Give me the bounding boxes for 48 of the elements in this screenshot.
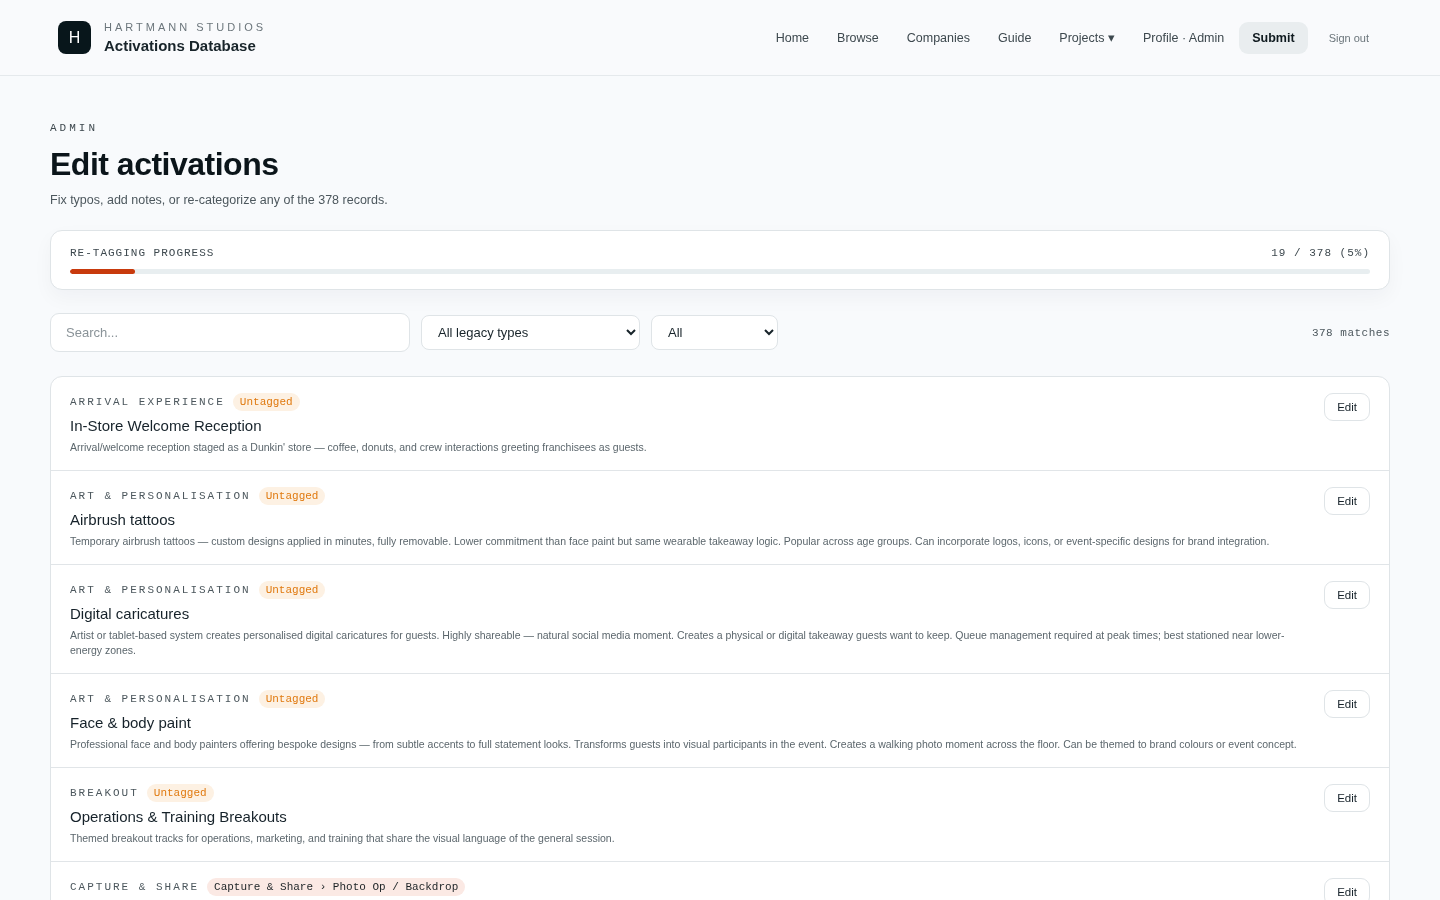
record-category: ARRIVAL EXPERIENCE [70,396,225,408]
nav-link[interactable]: Guide [985,21,1045,54]
nav-link[interactable]: Profile · Admin [1130,21,1238,54]
edit-button[interactable]: Edit [1324,878,1370,900]
record-category: ART & PERSONALISATION [70,693,251,705]
status-select[interactable]: All [651,315,778,350]
record-title: In-Store Welcome Reception [70,417,263,434]
studio-name: HARTMANN STUDIOS [104,21,267,33]
tag-badge: Untagged [258,581,326,599]
progress-reading: 19 / 378 (5%) [1271,247,1370,259]
nav-link[interactable]: Projects ▾ [1046,21,1128,54]
nav-link[interactable]: Submit [1239,21,1308,54]
search-field[interactable]: Search... [50,313,410,352]
match-count: 378 matches [1311,326,1390,339]
page-subtitle: Fix typos, add notes, or re-categorize any of the 378 records. [50,193,389,207]
record-description: Themed breakout tracks for operations, marketing, and training that share the visual language of the general session. [70,831,616,846]
tag-badge: Capture & Share › Photo Op / Backdrop [207,878,466,896]
tag-badge: Untagged [258,487,326,505]
logo: H [58,21,91,54]
record-description: Artist or tablet-based system creates personalised digital caricatures for guests. Highly shareable — natural social media moment. Creates a physical or digital takeaway guests want to keep. Queue management required at peak times; best stationed near lower-energy zones. [70,628,1286,658]
edit-button[interactable]: Edit [1324,784,1370,812]
record-category: ART & PERSONALISATION [70,490,251,502]
page-heading: Edit activations [50,146,280,183]
nav-link[interactable]: Sign out [1315,22,1382,53]
record-title: Airbrush tattoos [70,511,177,528]
record-title: Operations & Training Breakouts [70,808,288,825]
edit-button[interactable]: Edit [1324,690,1370,718]
progress-label: RE-TAGGING PROGRESS [70,247,215,259]
tag-badge: Untagged [146,784,214,802]
record-description: Temporary airbrush tattoos — custom designs applied in minutes, fully removable. Lower commitment than face paint but same wearable takeaway logic. Popular across age groups. Can incorporate logos, icons, or event-specific designs for brand integration. [70,534,1271,549]
app-title: Activations Database [104,37,257,54]
nav-link[interactable]: Home [762,21,823,54]
nav-link[interactable]: Companies [893,21,983,54]
record-title: Face & body paint [70,714,192,731]
tag-badge: Untagged [232,393,300,411]
record-description: Arrival/welcome reception staged as a Dunkin' store — coffee, donuts, and crew interactions greeting franchisees as guests. [70,440,648,455]
record-category: ART & PERSONALISATION [70,584,251,596]
edit-button[interactable]: Edit [1324,581,1370,609]
record-category: CAPTURE & SHARE [70,881,200,893]
record-description: Professional face and body painters offering bespoke designs — from subtle accents to full statement looks. Transforms guests into visual participants in the event. Creates a walking photo moment across the floor. Can be themed to brand colours or event concept. [70,737,1298,752]
edit-button[interactable]: Edit [1324,393,1370,421]
record-title: Digital caricatures [70,605,191,622]
nav-link[interactable]: Browse [824,21,892,54]
tag-badge: Untagged [258,690,326,708]
section-eyebrow: ADMIN [50,122,99,134]
record-category: BREAKOUT [70,787,139,799]
type-select[interactable]: All legacy types [421,315,640,350]
edit-button[interactable]: Edit [1324,487,1370,515]
